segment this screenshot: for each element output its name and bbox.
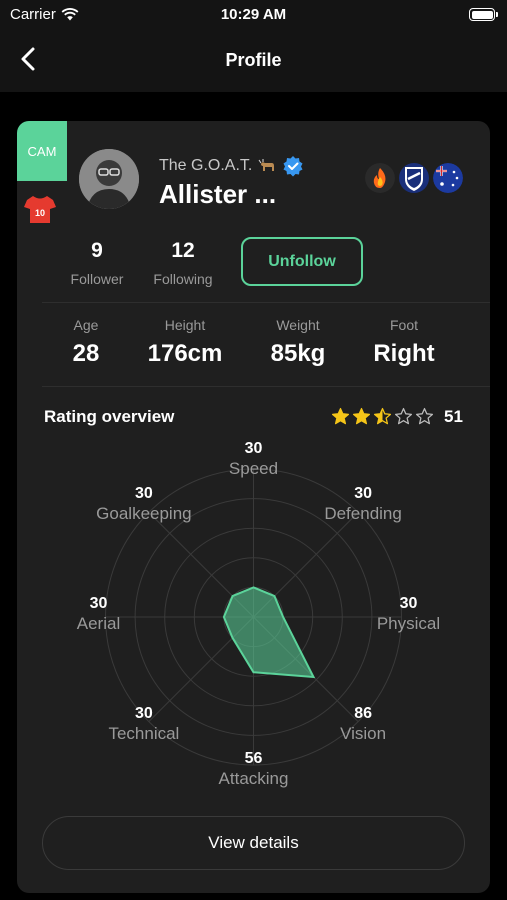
radar-axis-name: Defending — [324, 504, 402, 524]
radar-series — [222, 586, 316, 679]
attr-label: Foot — [389, 317, 418, 333]
player-nickname: The G.O.A.T. — [159, 155, 304, 177]
radar-value: 86 — [354, 704, 372, 722]
radar-ring — [164, 527, 343, 707]
player-name: Allister ... — [159, 179, 277, 209]
attr-value: 176cm — [147, 340, 223, 367]
attr-height: Height 176cm — [130, 317, 240, 368]
unfollow-button[interactable]: Unfollow — [241, 237, 363, 286]
radar-axis-name: Technical — [108, 723, 180, 743]
attr-weight: Weight 85kg — [243, 317, 353, 368]
radar-label-aerial: 30 Aerial — [34, 595, 164, 634]
star-icon — [415, 407, 434, 425]
attr-label: Age — [73, 317, 99, 333]
radar-label-vision: 86 Vision — [298, 705, 428, 744]
radar-label-technical: 30 Technical — [79, 705, 209, 744]
nickname-text: The G.O.A.T. — [159, 157, 253, 174]
star-icon — [352, 407, 371, 425]
profile-card: CAM 10 The G.O.A.T. Allister ... 9 Follo… — [17, 121, 490, 893]
position-badge: CAM — [17, 121, 67, 181]
goat-icon — [258, 159, 275, 171]
club-crest-icon[interactable] — [399, 163, 429, 193]
status-time: 10:29 AM — [220, 6, 287, 23]
status-bar: Carrier 10:29 AM — [0, 0, 507, 30]
radar-value: 30 — [134, 704, 153, 722]
avatar[interactable] — [79, 149, 139, 209]
follower-stat[interactable]: 9 Follower — [64, 239, 130, 287]
radar-ring — [134, 498, 373, 736]
nav-bar: Profile — [0, 30, 507, 92]
attr-value: 28 — [72, 340, 100, 367]
verified-icon — [283, 156, 303, 177]
star-icon — [394, 407, 413, 425]
radar-value: 30 — [89, 595, 108, 612]
avatar-image — [79, 149, 139, 209]
shirt-number: 10 — [35, 208, 45, 218]
radar-axis-name: Aerial — [76, 614, 121, 633]
following-label: Following — [153, 271, 213, 287]
shirt-icon: 10 — [24, 196, 56, 223]
radar-ring — [223, 586, 284, 648]
australia-flag-icon[interactable] — [433, 163, 463, 193]
radar-axis-name: Attacking — [218, 769, 289, 788]
radar-label-speed: 30 Speed — [189, 440, 319, 479]
radar-value: 30 — [399, 595, 418, 612]
star-icon — [373, 407, 392, 425]
attr-age: Age 28 — [31, 317, 141, 368]
rating-title: Rating overview — [44, 407, 175, 426]
battery-icon — [469, 8, 498, 21]
fire-badge-icon[interactable] — [365, 163, 395, 193]
radar-spoke — [148, 511, 254, 618]
page-title: Profile — [225, 50, 282, 70]
radar-label-attacking: 56 Attacking — [189, 750, 319, 789]
attr-label: Height — [164, 317, 206, 333]
attr-label: Weight — [276, 317, 320, 333]
attr-value: Right — [373, 340, 435, 367]
radar-value: 56 — [244, 750, 263, 767]
radar-value: 30 — [354, 485, 372, 503]
follower-count: 9 — [91, 239, 103, 262]
radar-axis-name: Vision — [340, 723, 387, 743]
divider — [42, 302, 490, 303]
following-count: 12 — [171, 239, 195, 262]
star-rating — [331, 407, 434, 426]
radar-ring — [193, 557, 314, 677]
player-badges — [365, 163, 463, 193]
attr-value: 85kg — [270, 340, 326, 367]
view-details-button[interactable]: View details — [42, 816, 465, 870]
following-stat[interactable]: 12 Following — [145, 239, 221, 287]
radar-spoke — [253, 511, 359, 618]
radar-axis-name: Speed — [228, 459, 279, 478]
rating-score: 51 — [444, 407, 463, 426]
star-icon — [331, 407, 350, 425]
follower-label: Follower — [70, 271, 124, 287]
radar-value: 30 — [134, 485, 153, 503]
radar-axis-name: Physical — [376, 614, 441, 633]
radar-value: 30 — [244, 440, 263, 457]
radar-label-physical: 30 Physical — [344, 595, 474, 634]
divider — [42, 386, 490, 387]
radar-label-goalkeeping: 30 Goalkeeping — [79, 485, 209, 524]
radar-label-defending: 30 Defending — [298, 485, 428, 524]
attr-foot: Foot Right — [349, 317, 459, 368]
radar-axis-name: Goalkeeping — [96, 504, 192, 524]
